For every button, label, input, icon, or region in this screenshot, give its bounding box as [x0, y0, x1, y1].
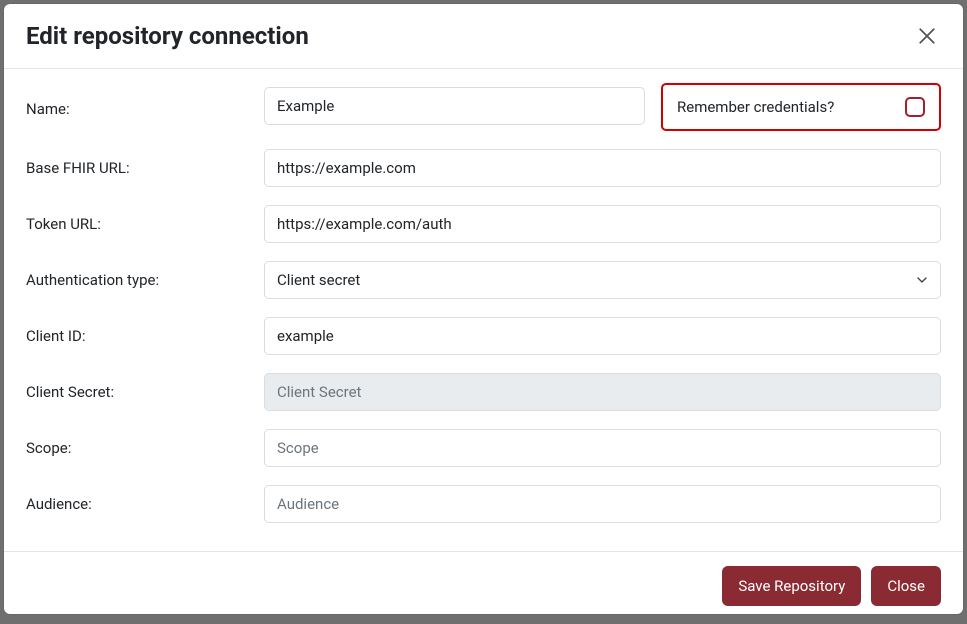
token-url-label: Token URL: [26, 215, 264, 233]
auth-type-select[interactable]: Client secret [264, 261, 941, 299]
auth-type-value: Client secret [277, 271, 360, 289]
scope-label: Scope: [26, 439, 264, 457]
chevron-down-icon [916, 274, 928, 286]
field-row-scope: Scope: [26, 429, 941, 467]
remember-credentials-label: Remember credentials? [677, 98, 834, 116]
close-icon[interactable] [913, 22, 941, 50]
scope-input[interactable] [264, 429, 941, 467]
field-row-auth-type: Authentication type: Client secret [26, 261, 941, 299]
auth-type-label: Authentication type: [26, 271, 264, 289]
field-row-client-secret: Client Secret: [26, 373, 941, 411]
dialog-footer: Save Repository Close [4, 551, 963, 624]
dialog-header: Edit repository connection [4, 4, 963, 69]
edit-repository-dialog: Edit repository connection Name: Remembe… [4, 4, 963, 614]
name-label: Name: [26, 100, 264, 118]
client-secret-input[interactable] [264, 373, 941, 411]
field-row-base-url: Base FHIR URL: [26, 149, 941, 187]
base-url-label: Base FHIR URL: [26, 159, 264, 177]
token-url-input[interactable] [264, 205, 941, 243]
client-id-label: Client ID: [26, 327, 264, 345]
field-row-name: Name: Remember credentials? [26, 87, 941, 131]
field-row-audience: Audience: [26, 485, 941, 523]
client-secret-label: Client Secret: [26, 383, 264, 401]
name-input[interactable] [264, 87, 645, 125]
save-repository-button[interactable]: Save Repository [722, 566, 861, 606]
dialog-title: Edit repository connection [26, 22, 309, 50]
close-button[interactable]: Close [871, 566, 941, 606]
client-id-input[interactable] [264, 317, 941, 355]
remember-credentials-box: Remember credentials? [661, 83, 941, 131]
remember-credentials-checkbox[interactable] [905, 97, 925, 117]
base-url-input[interactable] [264, 149, 941, 187]
dialog-body: Name: Remember credentials? Base FHIR UR… [4, 69, 963, 551]
audience-label: Audience: [26, 495, 264, 513]
field-row-client-id: Client ID: [26, 317, 941, 355]
audience-input[interactable] [264, 485, 941, 523]
field-row-token-url: Token URL: [26, 205, 941, 243]
